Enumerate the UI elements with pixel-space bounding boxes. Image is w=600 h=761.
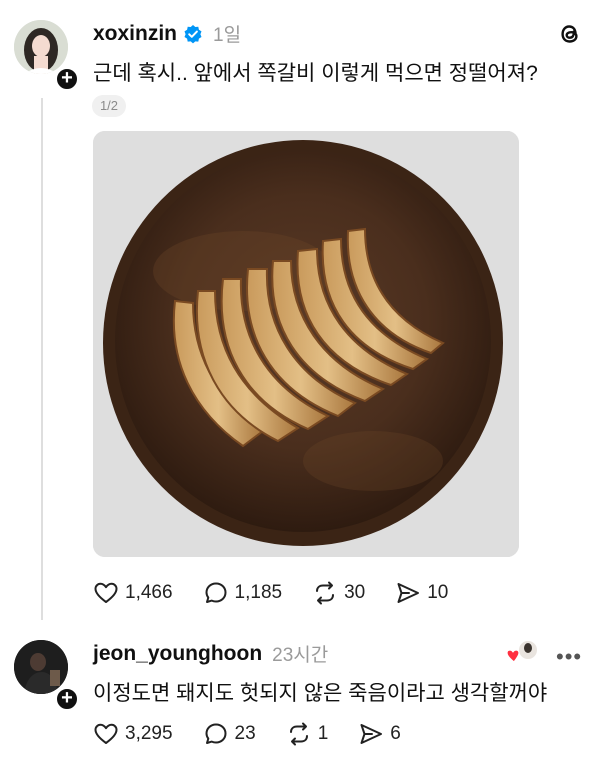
share-count: 10	[427, 582, 449, 603]
post-actions: 1,466 1,185 30 10	[93, 580, 478, 606]
heart-icon	[94, 723, 118, 744]
reply-author-avatar-image	[14, 640, 68, 694]
repost-count: 30	[344, 582, 366, 603]
post-image[interactable]	[93, 131, 519, 557]
reply-actions: 3,295 23 1 6	[93, 721, 431, 747]
author-username[interactable]: xoxinzin	[93, 22, 177, 46]
like-button[interactable]: 1,466	[93, 580, 173, 606]
comment-count: 1,185	[234, 582, 283, 603]
ribs-on-wooden-plate-image	[93, 131, 519, 557]
main-post: + xoxinzin 1일 근데 혹시.. 앞에서 쪽갈비 이렇게 먹으면 정떨…	[0, 0, 600, 620]
follow-button[interactable]: +	[54, 66, 80, 92]
repost-icon	[289, 722, 308, 746]
comment-bubble-icon	[205, 723, 227, 744]
reply-author-avatar[interactable]	[14, 640, 68, 694]
comment-button[interactable]: 1,185	[203, 580, 283, 606]
like-count: 1,466	[125, 582, 173, 603]
comment-bubble-icon	[205, 582, 227, 603]
post-body-text: 근데 혹시.. 앞에서 쪽갈비 이렇게 먹으면 정떨어져?	[93, 62, 538, 85]
share-button[interactable]: 10	[395, 580, 448, 606]
send-icon	[360, 724, 383, 744]
reply-follow-button[interactable]: +	[54, 686, 80, 712]
author-avatar-image	[14, 20, 68, 74]
liked-by-author-icon	[506, 639, 539, 663]
more-options-icon[interactable]: •••	[556, 644, 582, 670]
reply-username[interactable]: jeon_younghoon	[93, 642, 262, 666]
post-header: xoxinzin 1일	[93, 20, 241, 47]
reply-repost-button[interactable]: 1	[286, 721, 329, 747]
carousel-page-indicator: 1/2	[92, 95, 126, 117]
post-timestamp: 1일	[213, 25, 242, 46]
author-avatar[interactable]	[14, 20, 68, 74]
reply-header: jeon_younghoon 23시간	[93, 640, 328, 667]
repost-icon	[316, 581, 335, 605]
reply-comment-count: 23	[234, 723, 256, 744]
heart-icon	[94, 582, 118, 603]
reply-share-button[interactable]: 6	[358, 721, 401, 747]
repost-button[interactable]: 30	[312, 580, 365, 606]
reply-repost-count: 1	[317, 723, 329, 744]
reply-like-count: 3,295	[125, 723, 173, 744]
send-icon	[397, 583, 420, 603]
reply-share-count: 6	[390, 723, 401, 744]
reply-body-text: 이정도면 돼지도 헛되지 않은 죽음이라고 생각할꺼야	[93, 682, 548, 705]
reply-timestamp: 23시간	[272, 645, 329, 666]
threads-logo-icon[interactable]	[556, 20, 584, 48]
reply-like-button[interactable]: 3,295	[93, 721, 173, 747]
verified-badge-icon	[184, 24, 202, 43]
reply-comment-button[interactable]: 23	[203, 721, 256, 747]
thread-connector-line	[41, 98, 43, 620]
